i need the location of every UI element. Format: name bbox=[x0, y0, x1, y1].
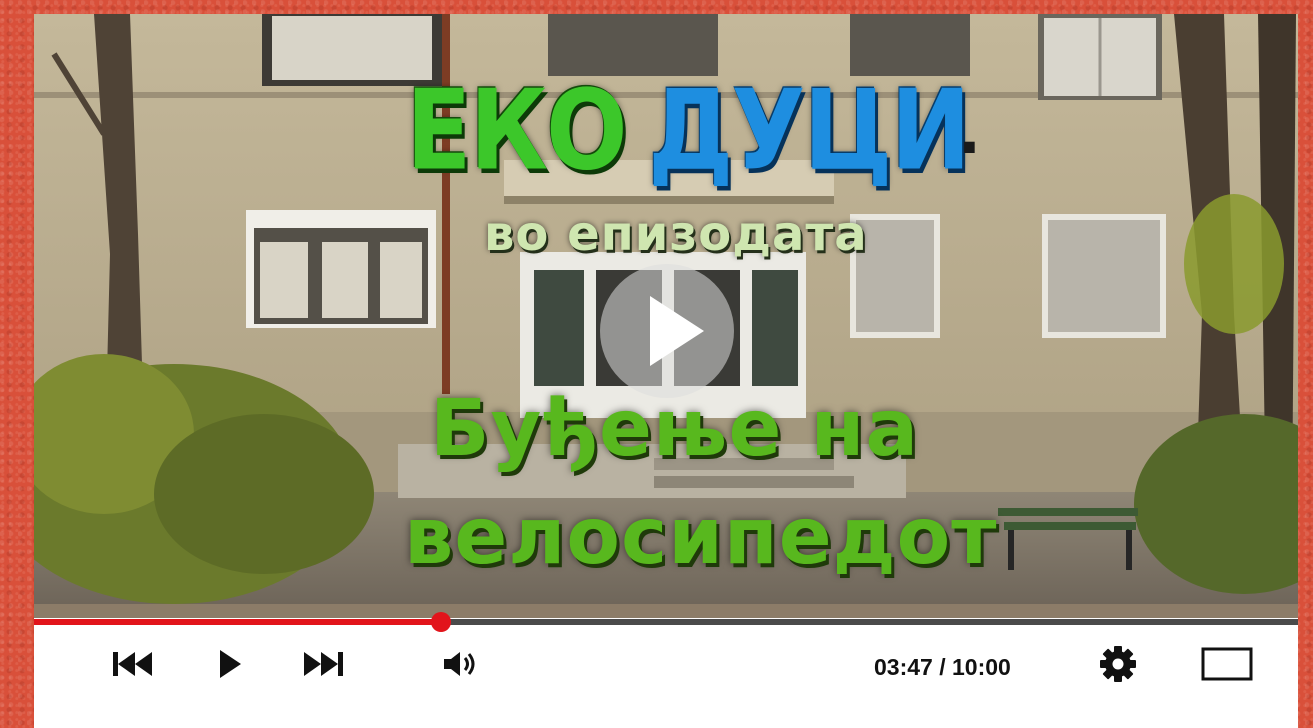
skip-back-icon bbox=[113, 652, 152, 676]
title-dot: . bbox=[958, 98, 981, 168]
title-word-eko: ЕКО bbox=[406, 66, 628, 195]
progress-bar[interactable] bbox=[34, 604, 1298, 632]
time-total: 10:00 bbox=[952, 654, 1011, 680]
progress-played bbox=[34, 619, 441, 625]
big-play-button[interactable] bbox=[600, 264, 734, 398]
skip-back-button[interactable] bbox=[110, 644, 156, 684]
progress-buffer bbox=[34, 604, 1298, 618]
volume-button[interactable] bbox=[440, 644, 480, 684]
fullscreen-icon bbox=[1201, 647, 1253, 681]
video-player: ЕКО ДУЦИ . во епизодата Буђење на велоси… bbox=[34, 14, 1298, 728]
time-separator: / bbox=[932, 654, 952, 680]
episode-title-line-2: велосипедот bbox=[404, 492, 998, 582]
play-icon bbox=[650, 296, 704, 366]
control-bar: 03:47 / 10:00 bbox=[34, 628, 1298, 728]
time-current: 03:47 bbox=[874, 654, 933, 680]
title-word-dutsi: ДУЦИ bbox=[648, 66, 971, 195]
skip-forward-icon bbox=[304, 652, 343, 676]
volume-icon bbox=[444, 652, 475, 676]
episode-subtitle: во епизодата bbox=[484, 206, 868, 262]
skip-forward-button[interactable] bbox=[300, 644, 346, 684]
play-button[interactable] bbox=[210, 644, 250, 684]
play-icon bbox=[220, 650, 241, 678]
gear-icon bbox=[1100, 646, 1136, 682]
time-display: 03:47 / 10:00 bbox=[874, 654, 1011, 680]
fullscreen-button[interactable] bbox=[1200, 644, 1254, 684]
video-frame[interactable]: ЕКО ДУЦИ . во епизодата Буђење на велоси… bbox=[34, 14, 1298, 604]
settings-button[interactable] bbox=[1096, 644, 1140, 684]
